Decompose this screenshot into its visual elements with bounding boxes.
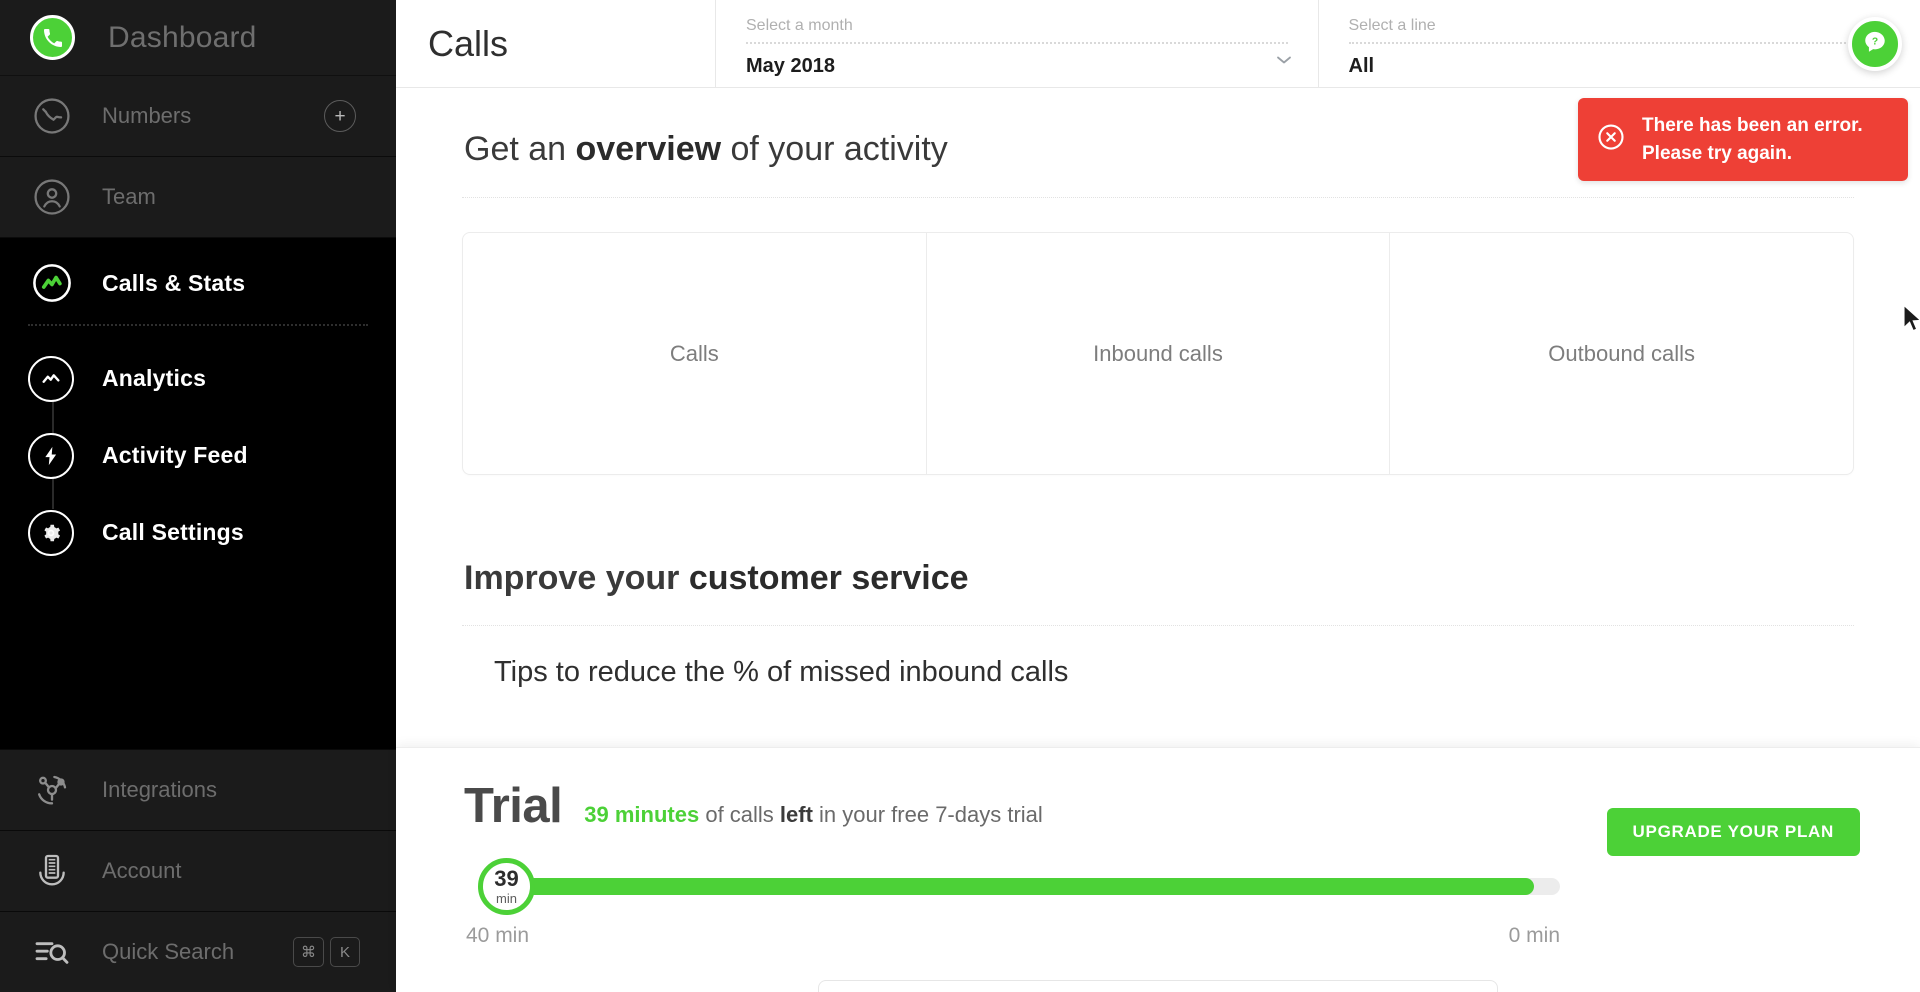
sidebar-active-group: Calls & Stats Analytics Activity Feed Ca… xyxy=(0,238,396,571)
trial-scale-left: 40 min xyxy=(466,924,530,947)
upgrade-plan-button[interactable]: UPGRADE YOUR PLAN xyxy=(1606,808,1860,856)
error-toast-line1: There has been an error. xyxy=(1642,115,1863,136)
trial-text-end: in your free 7-days trial xyxy=(812,802,1043,827)
kbd-k: K xyxy=(330,937,360,967)
topbar: Calls Select a month May 2018 Select a l… xyxy=(396,0,1920,88)
sidebar-item-label: Numbers xyxy=(102,103,192,128)
building-icon xyxy=(28,851,76,891)
stat-card-label: Calls xyxy=(669,340,719,366)
trial-knob-unit: min xyxy=(496,891,517,906)
error-toast-text: There has been an error. Please try agai… xyxy=(1642,112,1863,167)
overview-divider xyxy=(462,197,1854,198)
stat-card-label: Inbound calls xyxy=(1093,340,1223,366)
tips-heading: Tips to reduce the % of missed inbound c… xyxy=(494,656,1069,688)
trial-progress-track[interactable] xyxy=(512,878,1560,895)
improve-heading-bold: customer service xyxy=(688,559,969,597)
sidebar-item-activity-feed[interactable]: Activity Feed xyxy=(0,417,396,494)
trial-title: Trial xyxy=(464,779,563,833)
gear-icon xyxy=(28,509,74,556)
sidebar-subitem-label: Activity Feed xyxy=(102,442,248,468)
sidebar-item-account[interactable]: Account xyxy=(0,830,396,911)
trial-scale-labels: 40 min 0 min xyxy=(464,924,1860,952)
trial-progress-knob[interactable]: 39 min xyxy=(478,858,535,915)
overview-heading-post: of your activity xyxy=(721,130,948,168)
sidebar-item-numbers[interactable]: Numbers + xyxy=(0,76,396,157)
error-circle-icon xyxy=(1596,122,1626,157)
sidebar-item-label: Quick Search xyxy=(102,939,235,964)
trial-progress-area: 39 min xyxy=(464,856,1860,918)
sidebar-item-team[interactable]: Team xyxy=(0,157,396,238)
stat-card-calls[interactable]: Calls xyxy=(463,233,927,474)
trial-minutes-left: 39 minutes xyxy=(584,802,700,827)
sidebar-item-label: Calls & Stats xyxy=(102,269,246,296)
chevron-down-icon[interactable] xyxy=(1276,52,1292,69)
trial-bar: Trial 39 minutes of calls left in your f… xyxy=(396,747,1920,992)
trial-text-bold: left xyxy=(779,802,813,827)
month-selector-divider xyxy=(746,42,1288,44)
overview-heading-pre: Get an xyxy=(464,130,576,168)
line-selector[interactable]: Select a line All xyxy=(1319,0,1920,87)
phone-icon xyxy=(30,15,75,60)
question-bubble-icon: ? xyxy=(1862,29,1888,60)
sidebar-item-label: Account xyxy=(102,858,182,883)
overview-heading-bold: overview xyxy=(575,130,722,168)
stats-circle-icon xyxy=(28,261,76,305)
sidebar-subnav: Analytics Activity Feed Call Settings xyxy=(0,326,396,571)
user-circle-icon xyxy=(28,176,76,218)
trial-scale-right: 0 min xyxy=(1508,924,1560,947)
sidebar-brand-title: Dashboard xyxy=(108,20,257,54)
bolt-icon xyxy=(28,432,74,479)
trial-text-mid: of calls xyxy=(699,802,780,827)
trial-subtitle: 39 minutes of calls left in your free 7-… xyxy=(584,802,1043,828)
page-title: Calls xyxy=(396,0,716,87)
improve-heading: Improve your customer service xyxy=(396,475,1920,598)
stat-card-outbound-calls[interactable]: Outbound calls xyxy=(1390,233,1853,474)
svg-text:?: ? xyxy=(1872,36,1878,47)
help-button[interactable]: ? xyxy=(1848,17,1902,71)
quick-search-shortcut: ⌘ K xyxy=(293,937,360,967)
sidebar-item-quick-search[interactable]: Quick Search ⌘ K xyxy=(0,911,396,992)
trial-progress-fill xyxy=(512,878,1534,895)
search-list-icon xyxy=(28,932,76,972)
stat-card-inbound-calls[interactable]: Inbound calls xyxy=(927,233,1391,474)
sidebar-item-calls-stats[interactable]: Calls & Stats xyxy=(0,244,396,322)
integrations-icon xyxy=(28,770,76,810)
error-toast[interactable]: There has been an error. Please try agai… xyxy=(1578,98,1908,182)
sidebar-subitem-label: Analytics xyxy=(102,365,207,391)
sidebar-item-label: Team xyxy=(102,184,156,209)
kbd-cmd: ⌘ xyxy=(293,937,324,967)
overview-cards: Calls Inbound calls Outbound calls xyxy=(462,232,1854,475)
add-number-button[interactable]: + xyxy=(324,100,356,132)
month-selector[interactable]: Select a month May 2018 xyxy=(716,0,1319,87)
improve-heading-pre: Improve your xyxy=(464,559,689,597)
sidebar-brand[interactable]: Dashboard xyxy=(0,0,396,76)
phone-circle-icon xyxy=(28,95,76,137)
month-selector-value: May 2018 xyxy=(746,55,835,77)
sidebar-item-integrations[interactable]: Integrations xyxy=(0,749,396,830)
stat-card-label: Outbound calls xyxy=(1548,340,1696,366)
line-selector-divider xyxy=(1348,42,1890,44)
line-selector-label: Select a line xyxy=(1348,17,1436,34)
sidebar-item-label: Integrations xyxy=(102,777,217,802)
sidebar-subitem-label: Call Settings xyxy=(102,519,244,545)
error-toast-line2: Please try again. xyxy=(1642,142,1792,164)
trial-knob-number: 39 xyxy=(494,866,519,891)
month-selector-label: Select a month xyxy=(746,17,853,34)
sidebar-item-call-settings[interactable]: Call Settings xyxy=(0,494,396,571)
sidebar-spacer xyxy=(0,571,396,749)
app-root: Dashboard Numbers + Team Calls & Stats A… xyxy=(0,0,1920,992)
analytics-icon xyxy=(28,355,74,402)
sidebar-item-analytics[interactable]: Analytics xyxy=(0,340,396,417)
bottom-panel-peek xyxy=(818,980,1498,992)
line-selector-value: All xyxy=(1348,55,1375,77)
sidebar: Dashboard Numbers + Team Calls & Stats A… xyxy=(0,0,396,992)
